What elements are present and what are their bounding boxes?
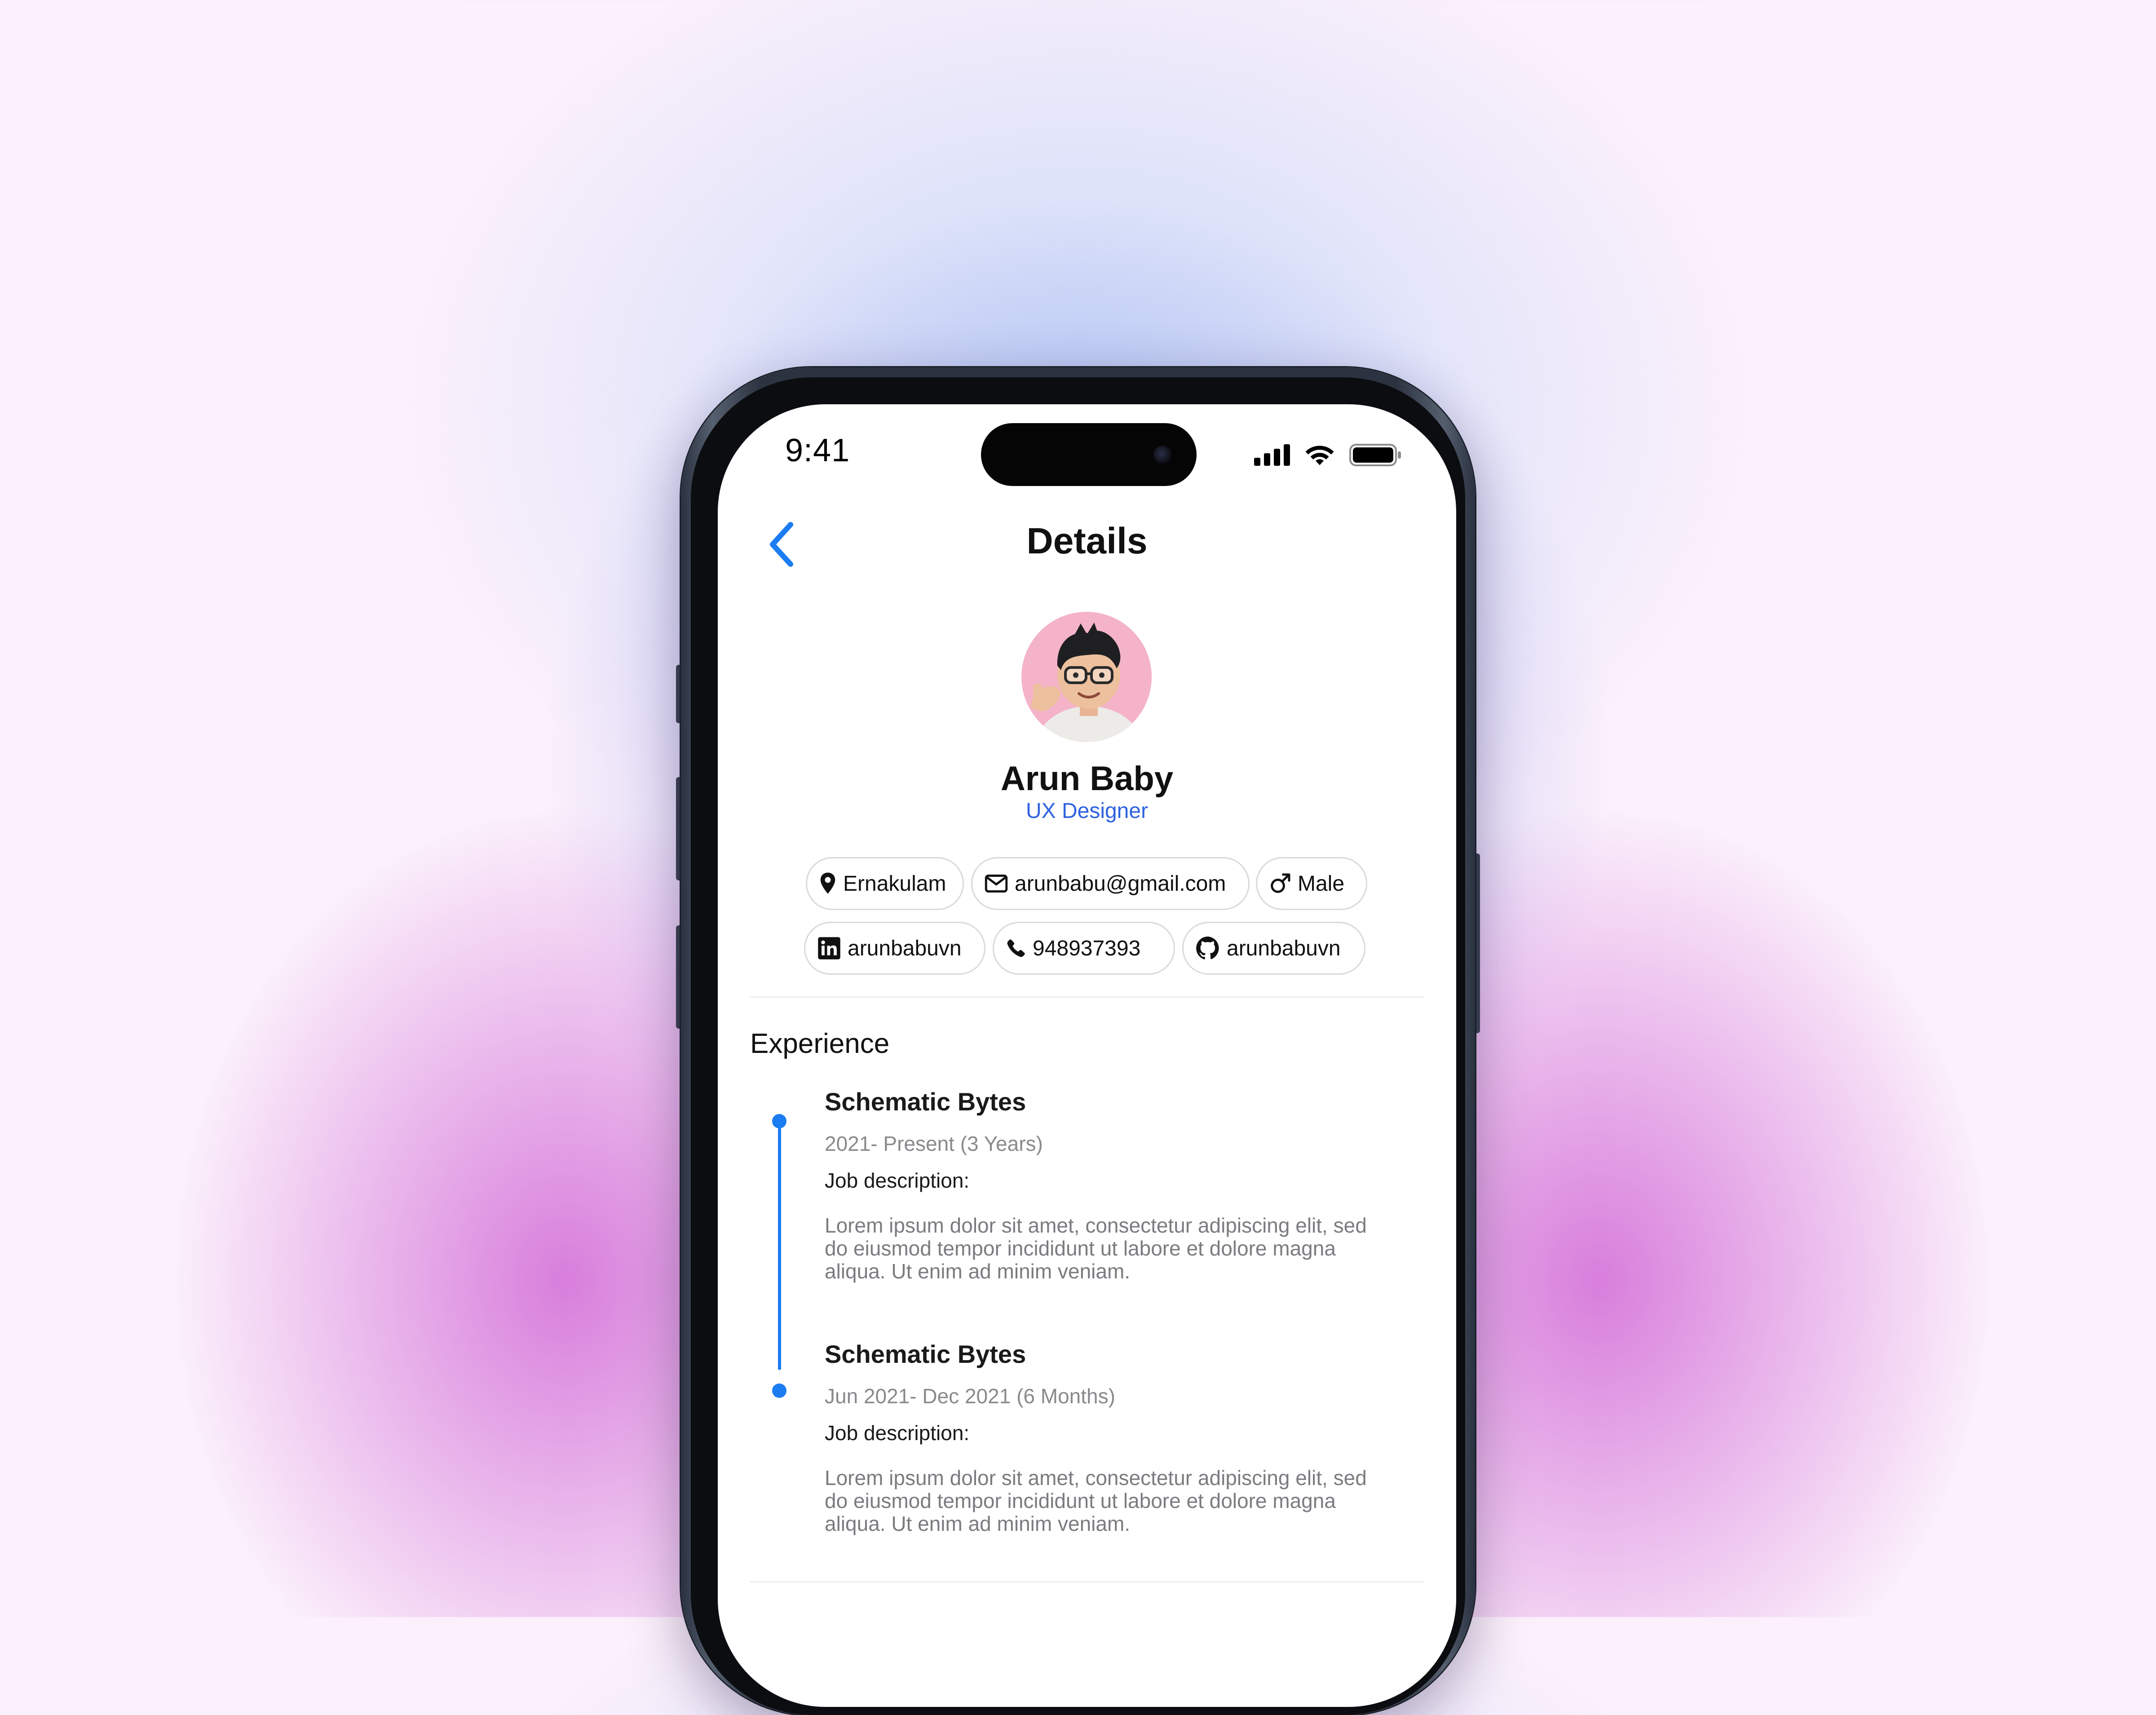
divider [750, 1581, 1424, 1582]
location-text: Ernakulam [843, 871, 946, 896]
linkedin-text: arunbabuvn [848, 936, 962, 960]
battery-icon [1349, 444, 1401, 466]
status-time: 9:41 [785, 433, 850, 469]
job-description: Lorem ipsum dolor sit amet, consectetur … [825, 1466, 1367, 1535]
status-icons [1254, 443, 1402, 467]
job-dates: 2021- Present (3 Years) [825, 1132, 1043, 1155]
timeline-dot [772, 1114, 786, 1128]
job-description-label: Job description: [825, 1421, 970, 1445]
mail-icon [985, 875, 1008, 893]
gender-text: Male [1298, 871, 1345, 896]
location-pin-icon [820, 872, 835, 894]
avatar-illustration [1030, 623, 1142, 742]
divider [750, 996, 1424, 998]
linkedin-chip[interactable]: arunbabuvn [804, 922, 985, 975]
experience-item: Schematic Bytes 2021- Present (3 Years) … [825, 1087, 1400, 1283]
email-text: arunbabu@gmail.com [1015, 871, 1226, 896]
profile-name: Arun Baby [1000, 760, 1174, 798]
phone-chip[interactable]: 948937393 [993, 922, 1175, 975]
job-company: Schematic Bytes [825, 1087, 1026, 1116]
job-description: Lorem ipsum dolor sit amet, consectetur … [825, 1214, 1367, 1283]
github-chip[interactable]: arunbabuvn [1182, 922, 1365, 975]
linkedin-icon [818, 937, 840, 959]
phone-frame: 9:41 Details Arun Baby UX Designer Ernak… [681, 367, 1475, 1715]
phone-screen: 9:41 Details Arun Baby UX Designer Ernak… [718, 404, 1456, 1707]
github-text: arunbabuvn [1227, 936, 1341, 960]
dynamic-island [981, 423, 1197, 486]
signal-icon [1254, 444, 1290, 466]
phone-text: 948937393 [1033, 936, 1141, 960]
experience-section-title: Experience [750, 1028, 890, 1059]
location-chip[interactable]: Ernakulam [806, 857, 964, 910]
profile-role: UX Designer [1025, 799, 1149, 823]
timeline-line [778, 1127, 781, 1370]
email-chip[interactable]: arunbabu@gmail.com [971, 857, 1250, 910]
phone-bezel: 9:41 Details Arun Baby UX Designer Ernak… [691, 377, 1465, 1715]
job-description-label: Job description: [825, 1169, 970, 1192]
wifi-icon [1305, 446, 1334, 465]
gender-chip[interactable]: Male [1256, 857, 1367, 910]
avatar [1021, 612, 1152, 742]
experience-item: Schematic Bytes Jun 2021- Dec 2021 (6 Mo… [825, 1339, 1400, 1535]
github-icon [1196, 936, 1219, 959]
front-camera [1153, 446, 1171, 464]
job-company: Schematic Bytes [825, 1340, 1026, 1368]
phone-icon [1007, 939, 1025, 957]
page-title: Details [1026, 521, 1148, 561]
male-icon [1271, 873, 1290, 893]
timeline-dot [772, 1383, 786, 1398]
job-dates: Jun 2021- Dec 2021 (6 Months) [825, 1384, 1115, 1408]
